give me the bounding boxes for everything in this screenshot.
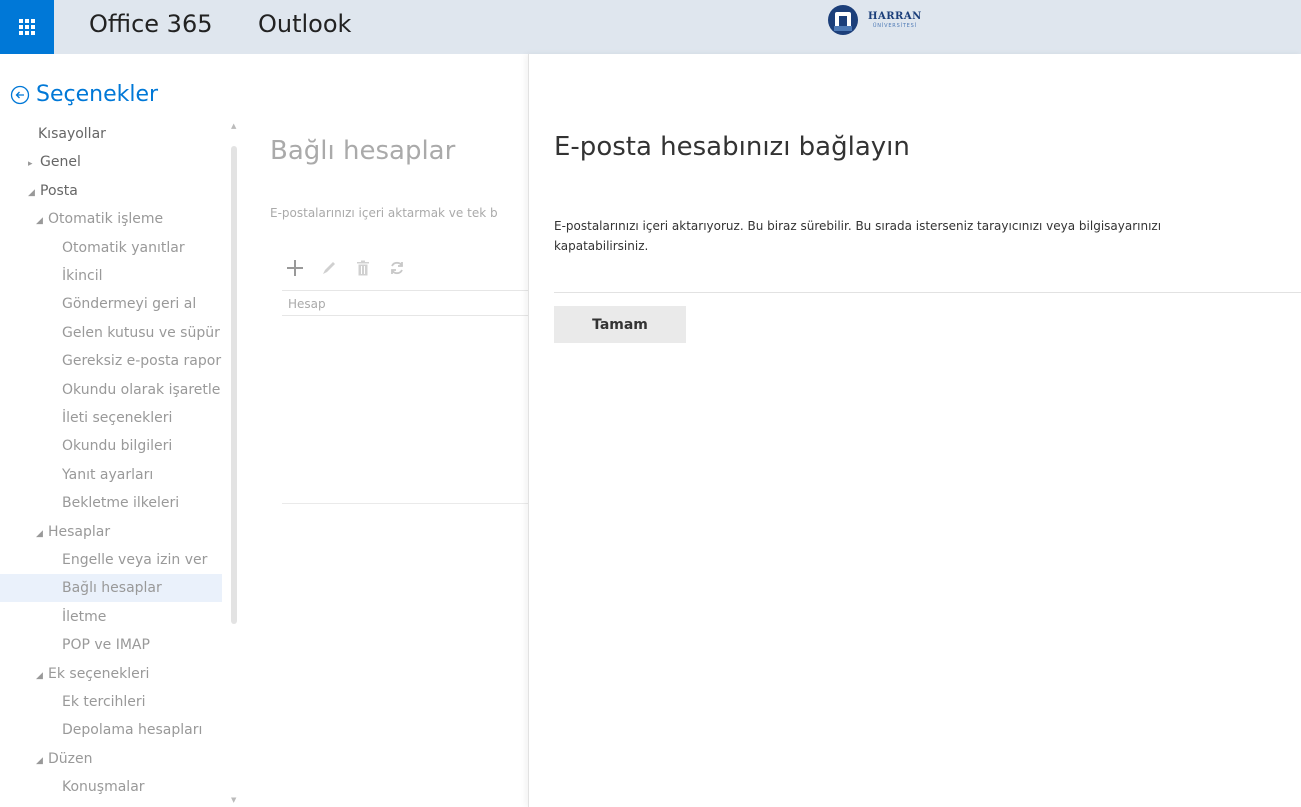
sidebar-item[interactable]: ◢ Otomatik işleme	[36, 205, 220, 233]
scroll-up-icon[interactable]: ▲	[231, 122, 236, 130]
logo-subtitle: ÜNİVERSİTESİ	[872, 22, 917, 29]
sidebar-item[interactable]: Göndermeyi geri al	[62, 290, 230, 318]
sidebar-item-label: İkincil	[62, 268, 103, 284]
sidebar-item-label: Kısayollar	[38, 126, 106, 142]
waffle-icon	[19, 19, 35, 35]
sidebar-item[interactable]: Konuşmalar	[62, 773, 230, 801]
accounts-toolbar	[285, 258, 407, 278]
app-launcher-button[interactable]	[0, 0, 54, 54]
sidebar-item-label: Genel	[40, 154, 81, 171]
dialog-message: E-postalarınızı içeri aktarıyoruz. Bu bi…	[554, 219, 1162, 253]
sidebar-item[interactable]: Gelen kutusu ve süpür	[62, 319, 230, 347]
sidebar-item-label: İletme	[62, 608, 107, 625]
chevron-right-icon[interactable]: ▸	[28, 150, 40, 176]
dialog-title: E-posta hesabınızı bağlayın	[554, 132, 910, 162]
sidebar-item[interactable]: Bekletme ilkeleri	[62, 489, 230, 517]
sidebar-item[interactable]: ▸ Genel	[28, 148, 220, 176]
sidebar-item[interactable]: ◢ Ek seçenekleri	[36, 660, 220, 688]
chevron-down-icon[interactable]: ◢	[36, 520, 48, 546]
nav-scrollbar-thumb[interactable]	[231, 146, 237, 624]
accounts-column-header[interactable]: Hesap	[282, 290, 528, 316]
refresh-icon	[391, 261, 403, 275]
sidebar-item[interactable]: Okundu bilgileri	[62, 432, 230, 460]
sidebar-item-label: Depolama hesapları	[62, 722, 203, 739]
sidebar-item[interactable]: Depolama hesapları	[62, 716, 230, 744]
brand-title[interactable]: Office 365	[89, 10, 213, 38]
sidebar-item[interactable]: Ek tercihleri	[62, 688, 230, 716]
delete-account-button[interactable]	[353, 258, 373, 278]
sidebar-item-label: Okundu bilgileri	[62, 438, 173, 455]
edit-account-button[interactable]	[319, 258, 339, 278]
sidebar-item-label: Yanıt ayarları	[62, 466, 154, 483]
sidebar-item-label: Otomatik yanıtlar	[62, 239, 185, 256]
university-logo-icon	[826, 4, 860, 36]
scroll-down-icon[interactable]: ▼	[231, 796, 236, 804]
chevron-down-icon[interactable]: ◢	[36, 662, 48, 688]
chevron-down-icon[interactable]: ◢	[36, 207, 48, 233]
sidebar-item-label: Düzen	[48, 750, 93, 767]
sidebar-item-label: Bağlı hesaplar	[62, 580, 162, 597]
sidebar-item-label: Gelen kutusu ve süpür	[62, 324, 220, 341]
sidebar-item[interactable]: Bağlı hesaplar	[0, 574, 222, 603]
sidebar-item[interactable]: İletme	[62, 603, 230, 631]
sidebar-item-label: Bekletme ilkeleri	[62, 495, 180, 512]
ok-button[interactable]: Tamam	[554, 306, 686, 343]
options-back-button[interactable]: Seçenekler	[10, 82, 158, 107]
sidebar-item-label: İleti seçenekleri	[62, 410, 173, 426]
sidebar-item[interactable]: ◢ Düzen	[36, 745, 220, 773]
sidebar-item[interactable]: Otomatik yanıtlar	[62, 234, 230, 262]
page-title: Bağlı hesaplar	[270, 136, 456, 166]
sidebar-item-label: Göndermeyi geri al	[62, 296, 197, 313]
sidebar-item[interactable]: İkincil	[62, 262, 230, 290]
sidebar-item[interactable]: ◢ Posta	[28, 177, 220, 205]
sidebar-item-label: Gereksiz e-posta rapor	[62, 353, 222, 370]
page-description: E-postalarınızı içeri aktarmak ve tek b	[270, 206, 498, 220]
sidebar-item-label: POP ve IMAP	[62, 637, 150, 654]
sidebar-item-label: Konuşmalar	[62, 779, 145, 796]
sidebar-item-label: Otomatik işleme	[48, 211, 164, 228]
sidebar-item-label: Hesaplar	[48, 523, 111, 540]
refresh-account-button[interactable]	[387, 258, 407, 278]
divider	[282, 503, 528, 504]
sidebar-item-label: Ek seçenekleri	[48, 665, 150, 682]
app-title[interactable]: Outlook	[258, 10, 351, 38]
sidebar-item-label: Okundu olarak işaretle	[62, 381, 221, 398]
chevron-down-icon[interactable]: ◢	[28, 179, 40, 205]
sidebar-item[interactable]: ◢ Hesaplar	[36, 518, 220, 546]
dialog-divider	[554, 292, 1301, 293]
pencil-icon	[323, 262, 335, 274]
sidebar-item[interactable]: İleti seçenekleri	[62, 404, 230, 432]
add-account-button[interactable]	[285, 258, 305, 278]
sidebar-item-label: Engelle veya izin ver	[62, 552, 208, 568]
connect-account-dialog: E-posta hesabınızı bağlayın E-postaların…	[528, 54, 1301, 807]
options-navigation: Kısayollar ▸ Genel ◢ Posta ◢ Otomatik işleme Ot…	[0, 120, 230, 807]
sidebar-item[interactable]: Okundu olarak işaretle	[62, 376, 230, 404]
sidebar-item[interactable]: Kısayollar	[38, 120, 230, 148]
organization-logo: HARRAN ÜNİVERSİTESİ	[826, 4, 922, 36]
sidebar-item-label: Posta	[40, 182, 78, 199]
sidebar-item[interactable]: Gereksiz e-posta rapor	[62, 347, 230, 375]
sidebar-item[interactable]: Engelle veya izin ver	[62, 546, 230, 574]
chevron-down-icon[interactable]: ◢	[36, 747, 48, 773]
top-bar: Office 365 Outlook HARRAN ÜNİVERSİTESİ	[0, 0, 1301, 54]
logo-name: HARRAN	[868, 10, 922, 22]
sidebar-item-label: Ek tercihleri	[62, 694, 146, 710]
sidebar-item[interactable]: Yanıt ayarları	[62, 461, 230, 489]
circle-arrow-left-icon	[10, 85, 30, 104]
options-title: Seçenekler	[36, 82, 159, 107]
sidebar-item[interactable]: POP ve IMAP	[62, 631, 230, 659]
plus-icon	[287, 260, 303, 276]
trash-icon	[357, 260, 369, 276]
